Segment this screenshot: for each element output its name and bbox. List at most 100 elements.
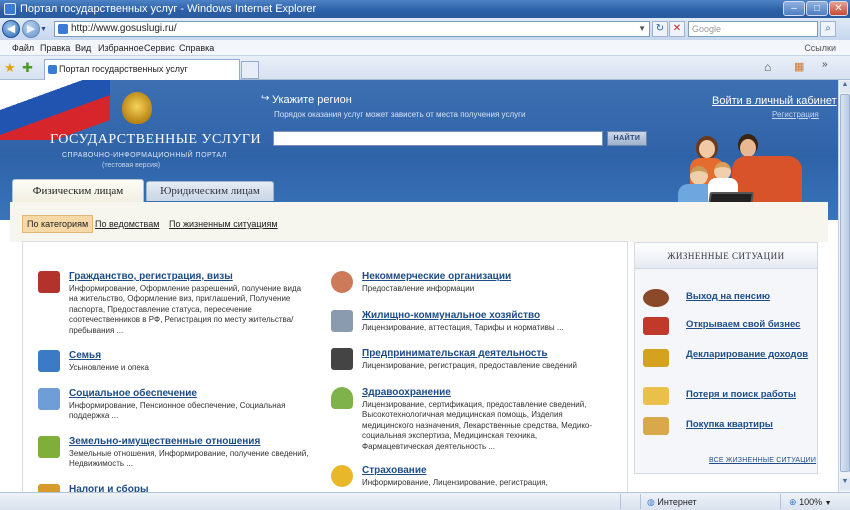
zoom-dropdown-icon[interactable]: ▼ (825, 500, 832, 507)
category-description: Усыновление и опека (69, 363, 149, 372)
status-segment (620, 494, 640, 509)
minimize-button[interactable]: – (783, 1, 805, 16)
menu-edit[interactable]: Правка (40, 40, 70, 56)
toolbar-overflow-icon[interactable]: » (822, 59, 828, 70)
zone-segment: ◍ Интернет (640, 494, 780, 509)
feeds-icon[interactable]: ▦ (794, 60, 804, 73)
site-header: ГОСУДАРСТВЕННЫЕ УСЛУГИ СПРАВОЧНО-ИНФОРМА… (0, 80, 838, 220)
life-item[interactable]: Потеря и поиск работы (635, 387, 817, 407)
subtab-by-category[interactable]: По категориям (22, 215, 94, 233)
nonprofit-icon (331, 271, 353, 293)
faucet-icon (331, 310, 353, 332)
medicine-icon (331, 387, 353, 409)
category-description: Информирование, Лицензирование, регистра… (362, 478, 548, 487)
home-icon[interactable]: ⌂ (764, 60, 771, 74)
life-item-label[interactable]: Открываем свой бизнес (686, 319, 811, 330)
tab-legal-entities[interactable]: Юридическим лицам (146, 181, 274, 201)
forward-button[interactable]: ▶ (22, 20, 40, 38)
category-description: Лицензирование, регистрация, предоставле… (362, 361, 578, 370)
life-item[interactable]: Декларирование доходов (635, 347, 817, 373)
zoom-icon: ⊕ (789, 497, 797, 507)
address-input[interactable]: http://www.gosuslugi.ru/ ▼ (54, 21, 650, 37)
life-item-label[interactable]: Выход на пенсию (686, 291, 811, 302)
history-dropdown-icon[interactable]: ▼ (40, 26, 48, 33)
vertical-scrollbar[interactable]: ▲ ▼ (838, 80, 850, 492)
find-button[interactable]: НАЙТИ (607, 131, 647, 146)
category-title[interactable]: Жилищно-коммунальное хозяйство (362, 310, 540, 321)
address-toolbar: ◀ ▶ ▼ http://www.gosuslugi.ru/ ▼ ↻ ✕ Goo… (0, 18, 850, 40)
category-item[interactable]: Семья Усыновление и опека (38, 350, 306, 380)
favorites-star-icon[interactable]: ★ (4, 60, 16, 76)
life-item[interactable]: Открываем свой бизнес (635, 317, 817, 337)
category-item[interactable]: Жилищно-коммунальное хозяйство Лицензиро… (331, 310, 599, 340)
menu-tools[interactable]: Сервис (144, 40, 175, 56)
address-text: http://www.gosuslugi.ru/ (71, 23, 177, 34)
all-life-situations-link[interactable]: ВСЕ ЖИЗНЕННЫЕ СИТУАЦИИ (709, 457, 816, 464)
ie-icon (4, 3, 16, 15)
region-arrow-icon: ↪ (261, 93, 270, 104)
category-item[interactable]: Предпринимательская деятельность Лицензи… (331, 348, 599, 378)
category-title[interactable]: Страхование (362, 465, 427, 476)
category-title[interactable]: Налоги и сборы (69, 484, 149, 492)
back-button[interactable]: ◀ (2, 20, 20, 38)
category-item[interactable]: Налоги и сборы (38, 484, 306, 492)
category-title[interactable]: Гражданство, регистрация, визы (69, 271, 233, 282)
category-item[interactable]: Страхование Информирование, Лицензирован… (331, 465, 599, 492)
subtab-by-agency[interactable]: По ведомствам (95, 219, 159, 229)
life-item-label[interactable]: Потеря и поиск работы (686, 389, 811, 400)
job-search-icon (643, 387, 669, 405)
tab-individuals[interactable]: Физическим лицам (12, 179, 144, 203)
category-title[interactable]: Семья (69, 350, 101, 361)
life-item-label[interactable]: Декларирование доходов (686, 349, 811, 360)
category-item[interactable]: Социальное обеспечение Информирование, П… (38, 388, 306, 428)
category-item[interactable]: Некоммерческие организации Предоставлени… (331, 271, 599, 301)
category-description: Информирование, Оформление разрешений, п… (69, 284, 302, 335)
add-favorites-icon[interactable]: ✚ (22, 60, 33, 76)
category-item[interactable]: Здравоохранение Лицензирование, сертифик… (331, 387, 599, 453)
search-input[interactable]: Google (688, 21, 818, 37)
category-title[interactable]: Земельно-имущественные отношения (69, 436, 260, 447)
site-subtitle: СПРАВОЧНО-ИНФОРМАЦИОННЫЙ ПОРТАЛ (62, 152, 227, 159)
scroll-up-icon[interactable]: ▲ (840, 81, 850, 93)
life-item-label[interactable]: Покупка квартиры (686, 419, 811, 430)
category-description: Земельные отношения, Информирование, пол… (69, 449, 309, 469)
site-search-input[interactable] (273, 131, 603, 146)
menu-favorites[interactable]: Избранное (98, 40, 144, 56)
scroll-thumb[interactable] (840, 94, 850, 472)
register-link[interactable]: Регистрация (772, 110, 819, 119)
login-link[interactable]: Войти в личный кабинет (712, 95, 837, 107)
search-icon[interactable]: ⌕ (820, 21, 836, 37)
category-item[interactable]: Гражданство, регистрация, визы Информиро… (38, 271, 306, 335)
pension-icon (643, 289, 669, 307)
category-item[interactable]: Земельно-имущественные отношения Земельн… (38, 436, 309, 476)
insurance-shield-icon (331, 465, 353, 487)
life-item[interactable]: Выход на пенсию (635, 289, 817, 309)
tab-label: Портал государственных услуг (59, 64, 188, 74)
subtab-by-life-situation[interactable]: По жизненным ситуациям (169, 219, 278, 229)
close-button[interactable]: ✕ (829, 1, 848, 16)
category-title[interactable]: Предпринимательская деятельность (362, 348, 548, 359)
category-title[interactable]: Некоммерческие организации (362, 271, 511, 282)
maximize-button[interactable]: □ (806, 1, 828, 16)
address-dropdown-icon[interactable]: ▼ (638, 22, 646, 36)
links-label[interactable]: Ссылки (804, 40, 836, 56)
title-bar: Портал государственных услуг - Windows I… (0, 0, 850, 18)
menu-file[interactable]: Файл (12, 40, 34, 56)
region-link[interactable]: Укажите регион (272, 94, 352, 106)
category-description: Лицензирование, сертификация, предоставл… (362, 400, 593, 451)
russian-flag-ribbon (0, 80, 110, 140)
scroll-down-icon[interactable]: ▼ (840, 478, 850, 490)
menu-help[interactable]: Справка (179, 40, 214, 56)
menu-view[interactable]: Вид (75, 40, 91, 56)
category-title[interactable]: Социальное обеспечение (69, 388, 197, 399)
zoom-control[interactable]: ⊕ 100% ▼ (780, 494, 850, 509)
life-item[interactable]: Покупка квартиры (635, 417, 817, 437)
refresh-button[interactable]: ↻ (652, 21, 668, 37)
category-title[interactable]: Здравоохранение (362, 387, 451, 398)
test-version-label: (тестовая версия) (102, 162, 161, 169)
stop-button[interactable]: ✕ (669, 21, 685, 37)
new-tab-button[interactable] (241, 61, 259, 79)
tab-portal[interactable]: Портал государственных услуг (44, 59, 240, 80)
site-title: ГОСУДАРСТВЕННЫЕ УСЛУГИ (50, 132, 262, 147)
passport-icon (38, 271, 60, 293)
